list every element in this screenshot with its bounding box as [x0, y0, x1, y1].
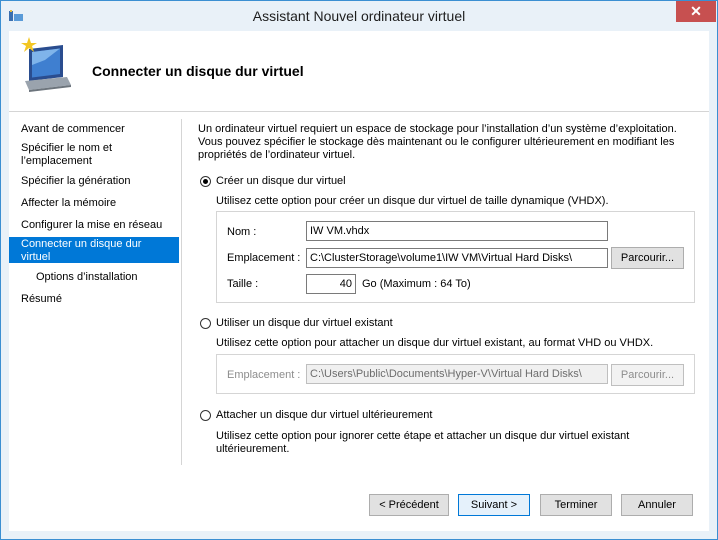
- later-vhd-label[interactable]: Attacher un disque dur virtuel ultérieur…: [216, 409, 432, 421]
- existing-vhd-radio[interactable]: [200, 318, 211, 329]
- vhd-location-input[interactable]: C:\ClusterStorage\volume1\IW VM\Virtual …: [306, 248, 608, 268]
- nav-item-memory[interactable]: Affecter la mémoire: [9, 197, 179, 210]
- vhd-size-input[interactable]: 40: [306, 274, 356, 294]
- create-vhd-desc: Utilisez cette option pour créer un disq…: [216, 195, 609, 207]
- nav-item-name-location[interactable]: Spécifier le nom et l’emplacement: [9, 142, 134, 168]
- nav-item-connect-vhd[interactable]: Connecter un disque dur virtuel: [9, 237, 179, 263]
- existing-location-label: Emplacement :: [227, 369, 301, 381]
- window-title: Assistant Nouvel ordinateur virtuel: [252, 8, 466, 24]
- nav-separator: [181, 119, 182, 465]
- nav-item-summary[interactable]: Résumé: [9, 293, 179, 306]
- existing-vhd-label[interactable]: Utiliser un disque dur virtuel existant: [216, 317, 393, 329]
- vhd-name-label: Nom :: [227, 226, 257, 238]
- finish-button[interactable]: Terminer: [540, 494, 612, 516]
- vhd-name-input[interactable]: IW VM.vhdx: [306, 221, 608, 241]
- create-vhd-label[interactable]: Créer un disque dur virtuel: [216, 175, 346, 187]
- wizard-client: Connecter un disque dur virtuel Avant de…: [9, 31, 709, 531]
- wizard-window: Assistant Nouvel ordinateur virtuel ✕ Co…: [0, 0, 718, 540]
- nav-item-install-options[interactable]: Options d’installation: [9, 271, 179, 284]
- intro-text: Un ordinateur virtuel requiert un espace…: [198, 123, 677, 161]
- previous-button[interactable]: < Précédent: [369, 494, 449, 516]
- later-vhd-radio[interactable]: [200, 410, 211, 421]
- page-title: Connecter un disque dur virtuel: [92, 63, 304, 79]
- create-vhd-radio[interactable]: [200, 176, 211, 187]
- wizard-header: Connecter un disque dur virtuel: [9, 31, 709, 112]
- nav-item-before-begin[interactable]: Avant de commencer: [9, 123, 179, 136]
- existing-vhd-desc: Utilisez cette option pour attacher un d…: [216, 337, 654, 349]
- browse-existing-button[interactable]: Parcourir...: [611, 364, 684, 386]
- vhd-location-label: Emplacement :: [227, 252, 301, 264]
- nav-item-generation[interactable]: Spécifier la génération: [9, 175, 179, 188]
- cancel-button[interactable]: Annuler: [621, 494, 693, 516]
- later-vhd-desc: Utilisez cette option pour ignorer cette…: [216, 430, 630, 455]
- vhd-size-label: Taille :: [227, 278, 259, 290]
- nav-item-networking[interactable]: Configurer la mise en réseau: [9, 219, 179, 232]
- wizard-monitor-icon: [21, 37, 71, 92]
- next-button[interactable]: Suivant >: [458, 494, 530, 516]
- close-button[interactable]: ✕: [676, 1, 716, 22]
- browse-create-button[interactable]: Parcourir...: [611, 247, 684, 269]
- vhd-size-unit: Go (Maximum : 64 To): [362, 278, 471, 290]
- title-bar[interactable]: Assistant Nouvel ordinateur virtuel ✕: [1, 1, 717, 31]
- existing-location-input[interactable]: C:\Users\Public\Documents\Hyper-V\Virtua…: [306, 364, 608, 384]
